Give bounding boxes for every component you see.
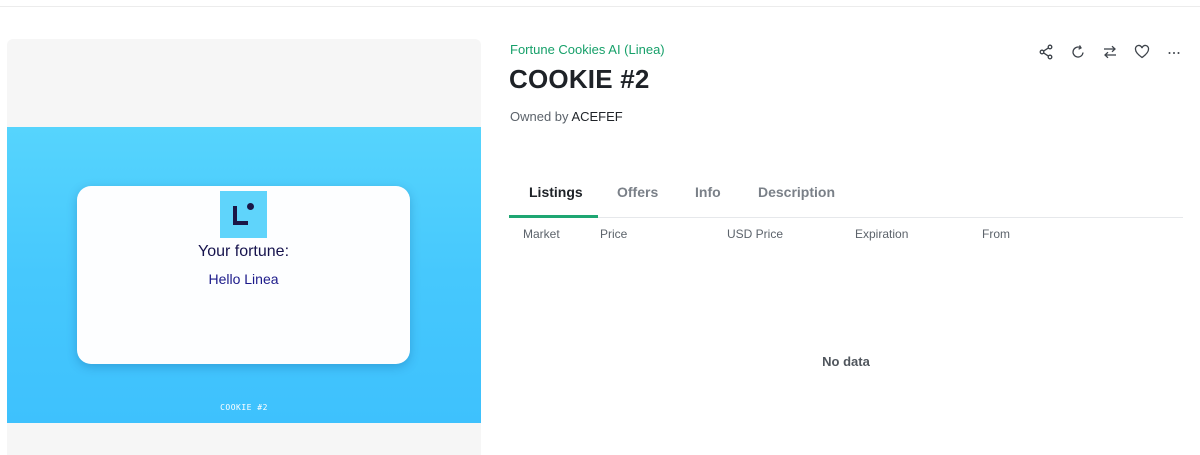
favorite-button[interactable]: [1126, 41, 1158, 63]
column-header-from: From: [982, 227, 1010, 241]
fortune-heading: Your fortune:: [197, 243, 290, 260]
owned-by-label: Owned by: [510, 109, 569, 124]
token-title: COOKIE #2: [509, 64, 650, 94]
refresh-button[interactable]: [1062, 41, 1094, 63]
share-icon: [1039, 44, 1053, 60]
heart-icon: [1134, 44, 1150, 59]
tab-listings[interactable]: Listings: [529, 172, 583, 218]
more-icon: [1168, 52, 1180, 54]
collection-link[interactable]: Fortune Cookies AI (Linea): [510, 42, 665, 57]
transfer-icon: [1104, 45, 1116, 59]
column-header-price: Price: [600, 227, 628, 241]
column-header-expiration: Expiration: [855, 227, 909, 241]
listings-empty-state: No data: [822, 354, 870, 369]
tab-description[interactable]: Description: [758, 172, 835, 218]
active-tab-indicator: [509, 215, 598, 218]
column-header-market: Market: [523, 227, 560, 241]
owner-line: Owned by ACEFEF: [510, 109, 623, 124]
detail-tabs: Listings Offers Info Description: [509, 172, 1183, 218]
fortune-text: Hello Linea: [208, 271, 279, 287]
fortune-card: Your fortune: Hello Linea: [77, 186, 410, 364]
more-button[interactable]: [1158, 41, 1190, 63]
action-bar: [1030, 41, 1190, 63]
share-button[interactable]: [1030, 41, 1062, 63]
refresh-icon: [1072, 45, 1084, 58]
transfer-button[interactable]: [1094, 41, 1126, 63]
nft-artwork[interactable]: Your fortune: Hello Linea COOKIE #2: [7, 127, 481, 423]
column-header-usd-price: USD Price: [727, 227, 784, 241]
tab-offers[interactable]: Offers: [617, 172, 658, 218]
tab-info[interactable]: Info: [695, 172, 721, 218]
artwork-caption: COOKIE #2: [220, 403, 268, 412]
linea-logo-icon: [220, 191, 267, 238]
nft-media-panel: Your fortune: Hello Linea COOKIE #2: [7, 39, 481, 455]
owner-link[interactable]: ACEFEF: [571, 109, 622, 124]
top-divider: [0, 0, 1200, 7]
